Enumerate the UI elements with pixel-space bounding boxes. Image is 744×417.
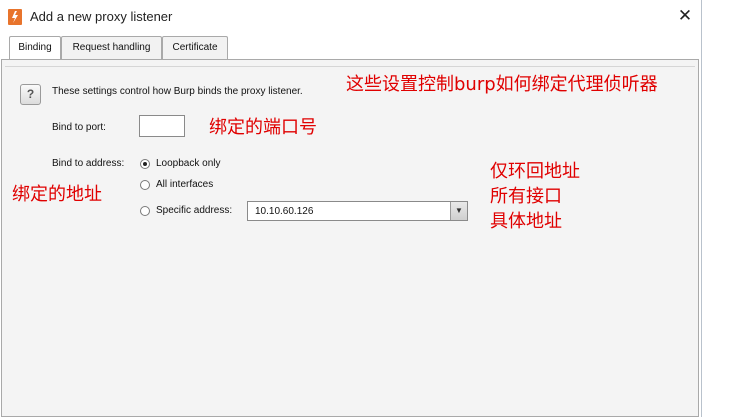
tab-bar: Binding Request handling Certificate — [0, 36, 701, 60]
title-bar: Add a new proxy listener ✕ — [0, 0, 701, 34]
specific-address-select[interactable]: 10.10.60.126 ▼ — [247, 201, 468, 221]
close-icon[interactable]: ✕ — [676, 6, 694, 26]
annotation-specific: 具体地址 — [490, 211, 562, 232]
all-interfaces-radio[interactable] — [140, 180, 150, 190]
tab-certificate[interactable]: Certificate — [162, 36, 228, 59]
annotation-address: 绑定的地址 — [12, 184, 102, 205]
annotation-all-interfaces: 所有接口 — [490, 186, 562, 207]
binding-description: These settings control how Burp binds th… — [52, 86, 303, 97]
annotation-description: 这些设置控制burp如何绑定代理侦听器 — [346, 74, 658, 95]
port-input[interactable] — [139, 115, 185, 137]
window-title: Add a new proxy listener — [30, 9, 173, 24]
loopback-label: Loopback only — [156, 158, 221, 169]
annotation-loopback: 仅环回地址 — [490, 161, 580, 182]
all-interfaces-label: All interfaces — [156, 179, 214, 190]
address-label: Bind to address: — [52, 158, 125, 169]
burp-logo-icon — [8, 9, 22, 25]
binding-panel — [1, 59, 699, 417]
tab-request-handling[interactable]: Request handling — [61, 36, 162, 59]
specific-address-value: 10.10.60.126 — [255, 206, 314, 217]
specific-address-label: Specific address: — [156, 205, 233, 216]
port-label: Bind to port: — [52, 122, 106, 133]
dialog-window: Add a new proxy listener ✕ Binding Reque… — [0, 0, 702, 417]
help-icon[interactable]: ? — [20, 84, 41, 105]
panel-inner — [5, 66, 695, 413]
chevron-down-icon[interactable]: ▼ — [450, 202, 467, 220]
specific-address-radio[interactable] — [140, 206, 150, 216]
loopback-radio[interactable] — [140, 159, 150, 169]
tab-binding[interactable]: Binding — [9, 36, 61, 60]
annotation-port: 绑定的端口号 — [209, 117, 317, 138]
